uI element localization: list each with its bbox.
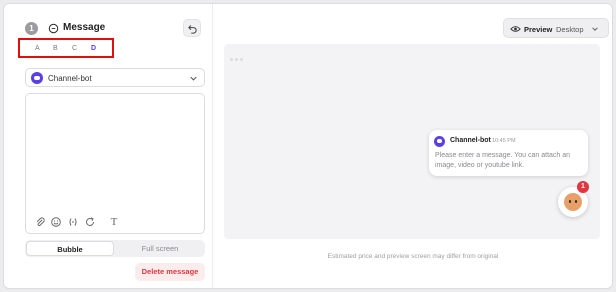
undo-icon: [188, 25, 197, 34]
bubble-sender: Channel-bot: [450, 137, 491, 144]
character-icon: [564, 193, 582, 211]
editor-pane: 1 Message A B C D Channel-bot T Bubble F…: [4, 4, 213, 288]
variant-tab-a[interactable]: A: [35, 45, 40, 52]
preview-label: Preview: [524, 25, 553, 34]
variant-tab-c[interactable]: C: [72, 45, 77, 52]
preview-disclaimer: Estimated price and preview screen may d…: [327, 253, 499, 260]
preview-device: Desktop: [556, 25, 584, 34]
message-icon: [48, 23, 59, 34]
undo-button[interactable]: [183, 19, 201, 37]
variant-tabs: A B C D: [18, 38, 114, 58]
panel-title: Message: [63, 22, 106, 33]
emoji-icon[interactable]: [50, 216, 62, 228]
step-number: 1: [25, 22, 38, 35]
bubble-text: Please enter a message. You can attach a…: [435, 152, 571, 169]
sender-select[interactable]: Channel-bot: [25, 68, 205, 87]
preview-device-select[interactable]: Preview Desktop: [503, 18, 609, 38]
chevron-down-icon: [190, 76, 197, 81]
bubble-time: 10:45 PM: [492, 138, 516, 144]
variable-icon[interactable]: [67, 216, 79, 228]
display-mode-tabs: Bubble Full screen: [25, 240, 205, 257]
window-dots: [230, 48, 245, 66]
text-style-icon[interactable]: T: [108, 216, 120, 228]
bot-avatar: [434, 136, 445, 147]
unread-badge: 1: [577, 181, 589, 193]
variant-tab-d[interactable]: D: [91, 45, 96, 52]
attachment-icon[interactable]: [34, 216, 46, 228]
sender-name: Channel-bot: [48, 74, 92, 83]
preview-canvas: Channel-bot 10:45 PM Please enter a mess…: [224, 44, 600, 239]
preview-pane: Preview Desktop Channel-bot 10:45 PM Ple…: [214, 4, 612, 288]
tab-bubble[interactable]: Bubble: [26, 241, 114, 256]
message-bubble-preview: Channel-bot 10:45 PM Please enter a mess…: [429, 130, 588, 176]
eye-icon: [510, 26, 521, 32]
delete-message-button[interactable]: Delete message: [135, 263, 205, 281]
bot-avatar: [31, 72, 43, 84]
variant-tab-b[interactable]: B: [53, 45, 58, 52]
tab-full-screen[interactable]: Full screen: [116, 241, 204, 256]
chevron-down-icon: [592, 27, 598, 31]
message-textarea[interactable]: T: [25, 93, 205, 234]
refresh-icon[interactable]: [84, 216, 96, 228]
message-editor-panel: 1 Message A B C D Channel-bot T Bubble F…: [3, 3, 613, 289]
